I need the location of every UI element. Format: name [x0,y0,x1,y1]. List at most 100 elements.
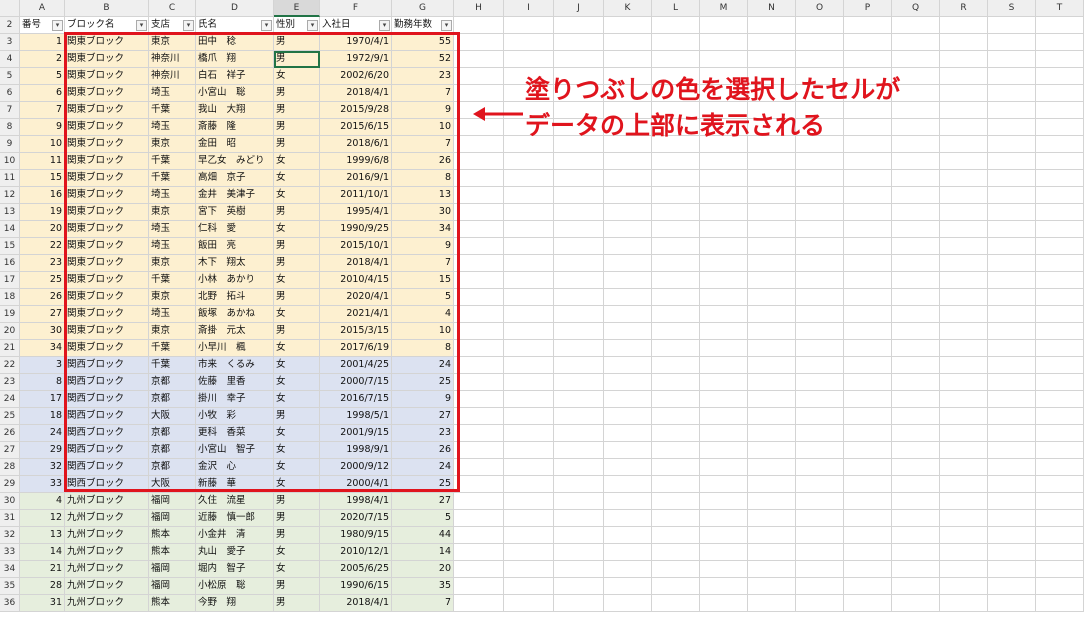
empty-cell[interactable] [454,153,504,170]
empty-cell[interactable] [1036,34,1084,51]
empty-cell[interactable] [940,272,988,289]
table-cell-branch[interactable]: 千葉 [149,170,196,187]
empty-cell[interactable] [1036,119,1084,136]
row-header[interactable]: 35 [0,578,20,595]
empty-cell[interactable] [454,595,504,612]
empty-cell[interactable] [554,204,604,221]
table-cell-block[interactable]: 関東ブロック [65,323,149,340]
empty-cell[interactable] [748,289,796,306]
empty-cell[interactable] [748,544,796,561]
empty-cell[interactable] [652,340,700,357]
empty-cell[interactable] [844,578,892,595]
empty-cell[interactable] [700,374,748,391]
table-cell-name[interactable]: 宮下 英樹 [196,204,274,221]
table-cell-name[interactable]: 佐藤 里香 [196,374,274,391]
empty-cell[interactable] [844,595,892,612]
row-header[interactable]: 2 [0,17,20,34]
table-cell-date[interactable]: 2001/9/15 [320,425,392,442]
table-cell-branch[interactable]: 埼玉 [149,221,196,238]
empty-cell[interactable] [940,442,988,459]
empty-cell[interactable] [748,561,796,578]
empty-cell[interactable] [1036,442,1084,459]
empty-cell[interactable] [796,561,844,578]
empty-cell[interactable] [554,527,604,544]
table-cell-years[interactable]: 7 [392,85,454,102]
table-cell-name[interactable]: 金井 美津子 [196,187,274,204]
table-cell-sex[interactable]: 男 [274,595,320,612]
empty-cell[interactable] [940,527,988,544]
empty-cell[interactable] [1036,187,1084,204]
table-cell-name[interactable]: 金沢 心 [196,459,274,476]
table-cell-date[interactable]: 2011/10/1 [320,187,392,204]
row-header[interactable]: 10 [0,153,20,170]
empty-cell[interactable] [700,357,748,374]
empty-cell[interactable] [1036,527,1084,544]
column-header-j[interactable]: J [554,0,604,17]
table-cell-sex[interactable]: 女 [274,561,320,578]
empty-cell[interactable] [988,510,1036,527]
table-cell-name[interactable]: 小宮山 聡 [196,85,274,102]
empty-cell[interactable] [700,306,748,323]
dropdown-arrow-icon[interactable]: ▾ [441,19,452,31]
empty-cell[interactable] [988,527,1036,544]
empty-cell[interactable] [504,408,554,425]
table-cell-years[interactable]: 7 [392,136,454,153]
empty-cell[interactable] [504,374,554,391]
empty-cell[interactable] [604,476,652,493]
empty-cell[interactable] [504,493,554,510]
empty-cell[interactable] [796,408,844,425]
empty-cell[interactable] [504,34,554,51]
empty-cell[interactable] [892,170,940,187]
empty-cell[interactable] [748,442,796,459]
table-cell-sex[interactable]: 男 [274,578,320,595]
table-cell-date[interactable]: 2001/4/25 [320,357,392,374]
empty-cell[interactable] [504,595,554,612]
row-header[interactable]: 17 [0,272,20,289]
column-header-n[interactable]: N [748,0,796,17]
table-cell-years[interactable]: 20 [392,561,454,578]
empty-cell[interactable] [988,459,1036,476]
table-header-cell[interactable]: 勤務年数 ▾ [392,17,454,34]
table-cell-date[interactable]: 1990/9/25 [320,221,392,238]
table-cell-branch[interactable]: 東京 [149,204,196,221]
empty-cell[interactable] [1036,272,1084,289]
column-header-i[interactable]: I [504,0,554,17]
table-cell-branch[interactable]: 千葉 [149,153,196,170]
empty-cell[interactable] [554,391,604,408]
empty-cell[interactable] [940,136,988,153]
empty-cell[interactable] [454,578,504,595]
empty-cell[interactable] [652,510,700,527]
table-header-cell[interactable]: 入社日 ▾ [320,17,392,34]
column-header-o[interactable]: O [796,0,844,17]
empty-cell[interactable] [504,357,554,374]
table-cell-date[interactable]: 2018/6/1 [320,136,392,153]
empty-cell[interactable] [748,51,796,68]
empty-cell[interactable] [988,85,1036,102]
table-cell-branch[interactable]: 千葉 [149,340,196,357]
column-header-l[interactable]: L [652,0,700,17]
table-cell-branch[interactable]: 東京 [149,255,196,272]
table-cell-no[interactable]: 14 [20,544,65,561]
empty-cell[interactable] [796,544,844,561]
empty-cell[interactable] [652,544,700,561]
table-cell-block[interactable]: 九州ブロック [65,527,149,544]
empty-cell[interactable] [1036,136,1084,153]
empty-cell[interactable] [652,289,700,306]
empty-cell[interactable] [892,17,940,34]
empty-cell[interactable] [988,442,1036,459]
empty-cell[interactable] [554,578,604,595]
empty-cell[interactable] [844,527,892,544]
empty-cell[interactable] [988,153,1036,170]
empty-cell[interactable] [700,238,748,255]
empty-cell[interactable] [652,272,700,289]
empty-cell[interactable] [652,408,700,425]
table-cell-years[interactable]: 24 [392,357,454,374]
table-cell-block[interactable]: 関西ブロック [65,425,149,442]
empty-cell[interactable] [988,170,1036,187]
empty-cell[interactable] [454,476,504,493]
empty-cell[interactable] [940,255,988,272]
row-header[interactable]: 30 [0,493,20,510]
table-cell-date[interactable]: 2016/7/15 [320,391,392,408]
empty-cell[interactable] [892,527,940,544]
empty-cell[interactable] [796,51,844,68]
